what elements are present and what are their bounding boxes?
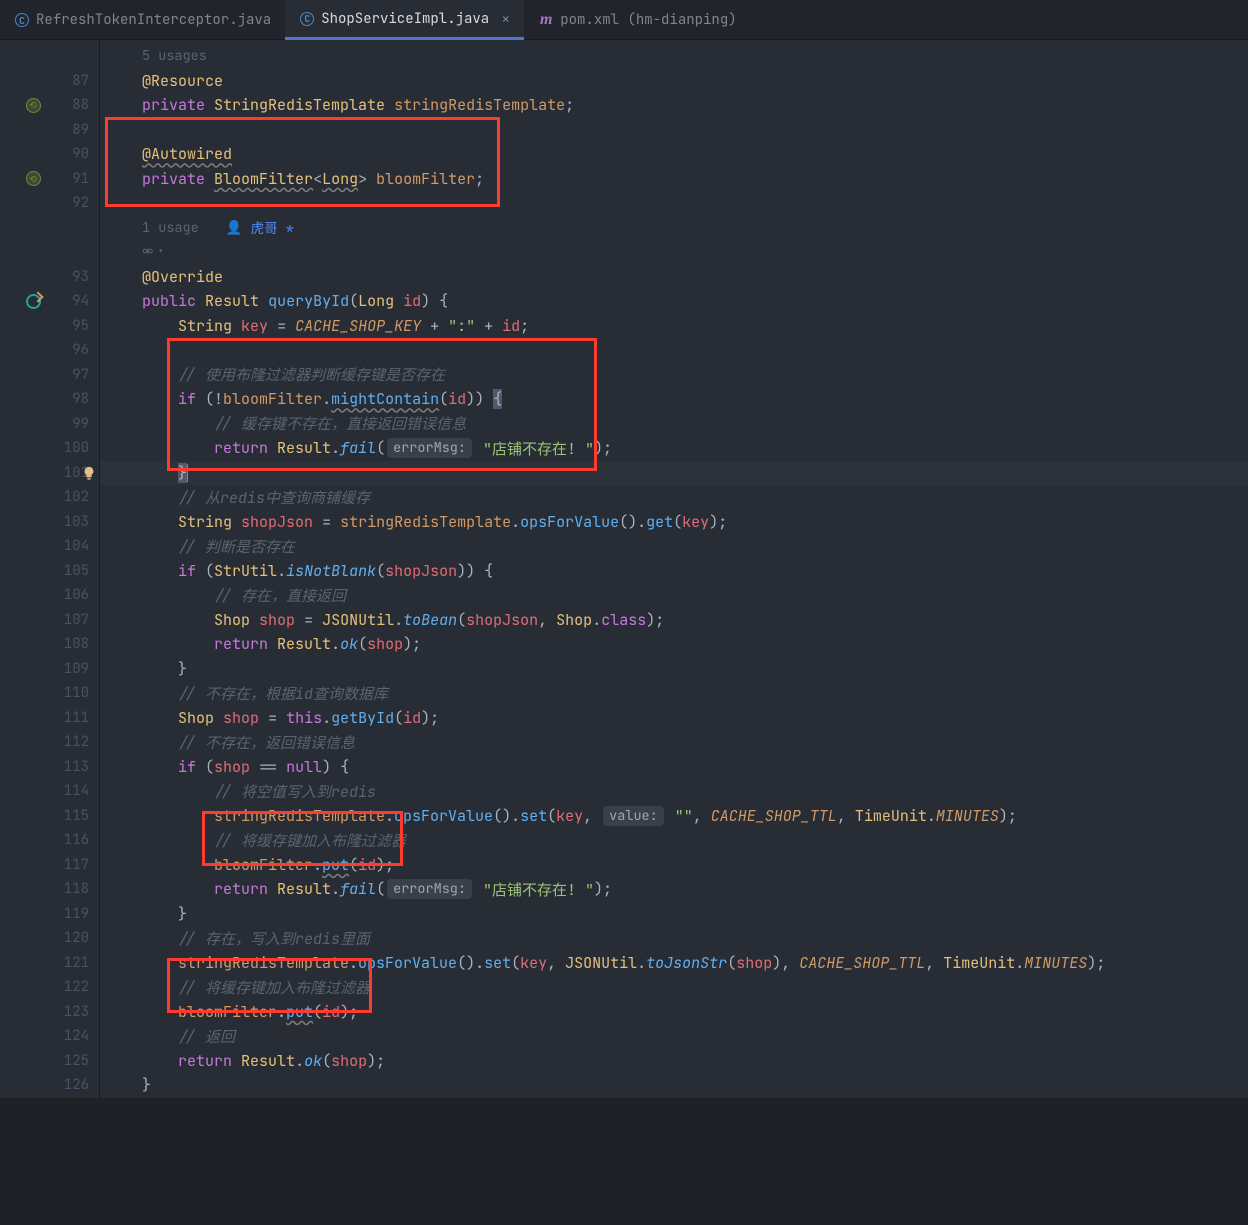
gutter-override-icon[interactable] — [25, 293, 41, 309]
line-number[interactable]: 100 — [0, 436, 99, 461]
tab-label: RefreshTokenInterceptor.java — [36, 11, 271, 29]
line-number[interactable]: 109 — [0, 657, 99, 682]
gutter-marker-icon[interactable]: ⟲ — [25, 171, 41, 187]
tab-label: pom.xml (hm-dianping) — [560, 11, 736, 29]
line-number[interactable]: 113 — [0, 755, 99, 780]
class-file-icon: C — [299, 11, 315, 27]
line-number[interactable]: 112 — [0, 730, 99, 755]
author-hint[interactable]: 虎哥 * — [251, 217, 294, 238]
tab-pom-xml[interactable]: m pom.xml (hm-dianping) — [524, 0, 750, 40]
line-number[interactable]: 90 — [0, 142, 99, 167]
line-number[interactable]: 121 — [0, 951, 99, 976]
line-number[interactable]: 124 — [0, 1024, 99, 1049]
editor-tabs: C RefreshTokenInterceptor.java C ShopSer… — [0, 0, 1248, 40]
line-number[interactable]: 104 — [0, 534, 99, 559]
line-number[interactable]: 114 — [0, 779, 99, 804]
line-number[interactable]: 108 — [0, 632, 99, 657]
line-number[interactable]: 94 — [0, 289, 99, 314]
chevron-down-icon[interactable]: ▾ — [157, 245, 164, 259]
line-number[interactable]: 95 — [0, 314, 99, 339]
current-line[interactable]: } — [100, 461, 1248, 486]
tab-label: ShopServiceImpl.java — [321, 10, 489, 28]
param-hint: value: — [603, 806, 664, 826]
line-number[interactable]: 96 — [0, 338, 99, 363]
line-number[interactable]: 119 — [0, 902, 99, 927]
line-number[interactable]: 99 — [0, 412, 99, 437]
tab-refresh-token[interactable]: C RefreshTokenInterceptor.java — [0, 0, 285, 40]
gutter-marker-icon[interactable]: ⟲ — [25, 97, 41, 113]
editor: 87 ⟲88 89 90 ⟲91 92 93 94 95 96 97 98 99… — [0, 40, 1248, 1098]
close-tab-icon[interactable]: × — [501, 9, 510, 29]
line-number[interactable]: 105 — [0, 559, 99, 584]
line-number[interactable]: 115 — [0, 804, 99, 829]
line-number[interactable]: 123 — [0, 1000, 99, 1025]
line-number[interactable]: 111 — [0, 706, 99, 731]
line-number[interactable]: 110 — [0, 681, 99, 706]
gutter: 87 ⟲88 89 90 ⟲91 92 93 94 95 96 97 98 99… — [0, 40, 100, 1098]
line-number[interactable]: 89 — [0, 118, 99, 143]
param-hint: errorMsg: — [387, 879, 472, 899]
line-number[interactable]: 116 — [0, 828, 99, 853]
inlay-method-icon[interactable]: ⚮ — [142, 243, 153, 261]
line-number[interactable]: 118 — [0, 877, 99, 902]
annotation: @Resource — [142, 71, 223, 91]
line-number[interactable]: 106 — [0, 583, 99, 608]
line-number[interactable]: 103 — [0, 510, 99, 535]
param-hint: errorMsg: — [387, 438, 472, 458]
line-number[interactable]: 87 — [0, 69, 99, 94]
line-number[interactable]: ⟲91 — [0, 167, 99, 192]
usages-hint[interactable]: 1 usage — [142, 219, 199, 237]
lightbulb-icon[interactable] — [82, 466, 96, 480]
tab-shop-service-impl[interactable]: C ShopServiceImpl.java × — [285, 0, 524, 40]
code-area[interactable]: 5 usages @Resource private StringRedisTe… — [100, 40, 1248, 1098]
line-number[interactable]: 117 — [0, 853, 99, 878]
annotation: @Override — [142, 267, 223, 287]
line-number[interactable]: 125 — [0, 1049, 99, 1074]
line-number[interactable]: 122 — [0, 975, 99, 1000]
line-number[interactable]: 98 — [0, 387, 99, 412]
line-number[interactable]: 92 — [0, 191, 99, 216]
maven-file-icon: m — [538, 12, 554, 28]
line-number[interactable]: 102 — [0, 485, 99, 510]
line-number[interactable]: ⟲88 — [0, 93, 99, 118]
annotation: @Autowired — [142, 144, 232, 164]
line-number[interactable]: 120 — [0, 926, 99, 951]
class-file-icon: C — [14, 12, 30, 28]
line-number[interactable]: 97 — [0, 363, 99, 388]
line-number[interactable]: 126 — [0, 1073, 99, 1098]
line-number[interactable]: 107 — [0, 608, 99, 633]
usages-hint[interactable]: 5 usages — [142, 47, 207, 65]
line-number[interactable]: 93 — [0, 265, 99, 290]
